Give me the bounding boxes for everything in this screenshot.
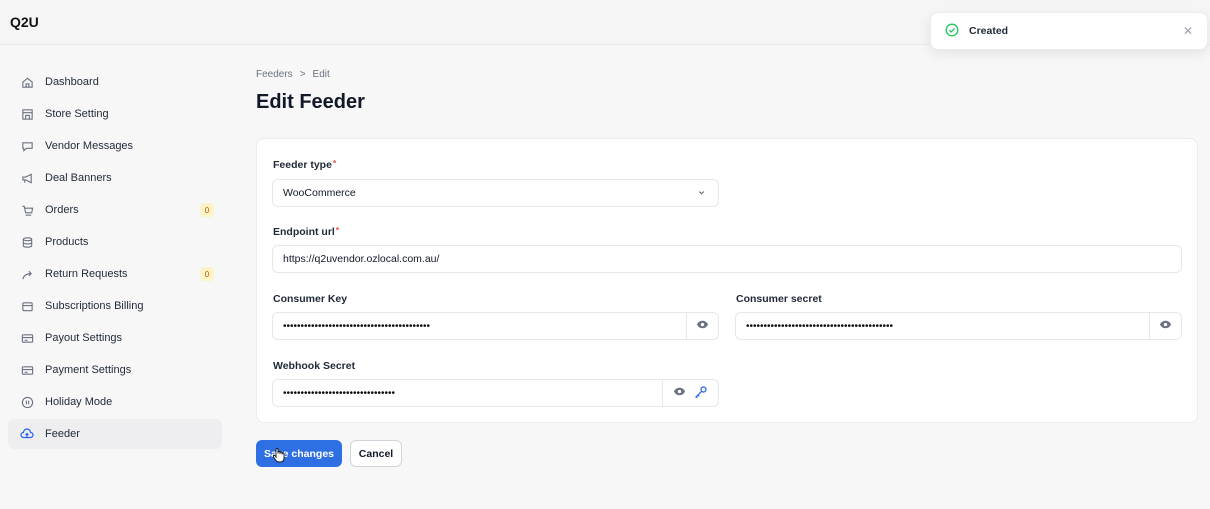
page-title: Edit Feeder [256, 91, 365, 113]
eye-icon[interactable] [696, 318, 709, 334]
breadcrumb-current: Edit [312, 69, 330, 80]
sidebar-item-feeder[interactable]: Feeder [8, 419, 222, 449]
consumer-secret-label: Consumer secret [736, 293, 822, 305]
webhook-secret-field[interactable]: •••••••••••••••••••••••••••••••• [272, 379, 719, 407]
consumer-secret-value: ••••••••••••••••••••••••••••••••••••••••… [746, 320, 894, 332]
endpoint-url-label: Endpoint url* [273, 226, 339, 238]
pause-icon [20, 395, 34, 409]
sidebar-item-label: Feeder [45, 428, 80, 440]
card-icon [20, 363, 34, 377]
sidebar-item-holiday-mode[interactable]: Holiday Mode [8, 387, 222, 417]
feeder-type-value: WooCommerce [283, 187, 356, 199]
sidebar-item-vendor-messages[interactable]: Vendor Messages [8, 131, 222, 161]
required-marker: * [332, 159, 337, 168]
sidebar-item-payout-settings[interactable]: Payout Settings [8, 323, 222, 353]
megaphone-icon [20, 171, 34, 185]
sidebar-item-subscriptions-billing[interactable]: Subscriptions Billing [8, 291, 222, 321]
sidebar-item-label: Orders [45, 204, 79, 216]
eye-icon[interactable] [1159, 318, 1172, 334]
sidebar-item-return-requests[interactable]: Return Requests 0 [8, 259, 222, 289]
consumer-key-label: Consumer Key [273, 293, 348, 305]
return-requests-count-badge: 0 [200, 267, 214, 281]
consumer-secret-field[interactable]: ••••••••••••••••••••••••••••••••••••••••… [735, 312, 1182, 340]
feeder-type-select[interactable]: WooCommerce [272, 179, 719, 207]
orders-count-badge: 0 [200, 203, 214, 217]
sidebar: Dashboard Store Setting Vendor Messages … [0, 45, 230, 509]
sidebar-item-label: Payout Settings [45, 332, 123, 344]
store-icon [20, 107, 34, 121]
sidebar-item-label: Holiday Mode [45, 396, 113, 408]
check-circle-icon [945, 23, 959, 40]
cancel-button[interactable]: Cancel [350, 440, 402, 467]
feeder-form-card: Feeder type* WooCommerce Endpoint url* h… [256, 138, 1198, 423]
close-icon[interactable]: ✕ [1183, 24, 1193, 38]
webhook-secret-value: •••••••••••••••••••••••••••••••• [283, 387, 396, 399]
sidebar-item-label: Return Requests [45, 268, 128, 280]
wallet-icon [20, 299, 34, 313]
sidebar-item-label: Dashboard [45, 76, 99, 88]
sidebar-item-orders[interactable]: Orders 0 [8, 195, 222, 225]
hand-cursor-icon [272, 448, 285, 463]
sidebar-item-label: Store Setting [45, 108, 109, 120]
sidebar-item-label: Payment Settings [45, 364, 132, 376]
endpoint-url-value: https://q2uvendor.ozlocal.com.au/ [283, 253, 440, 265]
sidebar-item-label: Subscriptions Billing [45, 300, 144, 312]
consumer-key-field[interactable]: ••••••••••••••••••••••••••••••••••••••••… [272, 312, 719, 340]
message-icon [20, 139, 34, 153]
chevron-down-icon [697, 188, 706, 200]
save-changes-button[interactable]: Save changes [256, 440, 342, 467]
consumer-key-toggle[interactable] [686, 313, 718, 339]
sidebar-item-label: Deal Banners [45, 172, 112, 184]
breadcrumb: Feeders > Edit [256, 69, 330, 80]
sidebar-item-products[interactable]: Products [8, 227, 222, 257]
breadcrumb-feeders-link[interactable]: Feeders [256, 69, 293, 80]
breadcrumb-separator: > [299, 69, 306, 80]
brand-logo[interactable]: Q2U [10, 14, 39, 30]
sidebar-item-payment-settings[interactable]: Payment Settings [8, 355, 222, 385]
return-arrow-icon [20, 267, 34, 281]
home-icon [20, 75, 34, 89]
required-marker: * [335, 226, 339, 235]
card-icon [20, 331, 34, 345]
feeder-type-label: Feeder type* [273, 159, 337, 171]
webhook-secret-label: Webhook Secret [273, 360, 356, 372]
key-icon[interactable] [694, 385, 708, 402]
sidebar-item-deal-banners[interactable]: Deal Banners [8, 163, 222, 193]
consumer-key-value: ••••••••••••••••••••••••••••••••••••••••… [283, 320, 431, 332]
eye-icon[interactable] [673, 385, 686, 401]
sidebar-item-dashboard[interactable]: Dashboard [8, 67, 222, 97]
sidebar-item-store-setting[interactable]: Store Setting [8, 99, 222, 129]
sidebar-item-label: Vendor Messages [45, 140, 134, 152]
database-icon [20, 235, 34, 249]
sidebar-item-label: Products [45, 236, 89, 248]
cart-icon [20, 203, 34, 217]
toast-message: Created [969, 25, 1009, 37]
consumer-secret-toggle[interactable] [1149, 313, 1181, 339]
webhook-secret-actions [662, 380, 718, 406]
toast-notification: Created ✕ [930, 12, 1208, 50]
upload-cloud-icon [20, 427, 34, 441]
endpoint-url-field[interactable]: https://q2uvendor.ozlocal.com.au/ [272, 245, 1182, 273]
